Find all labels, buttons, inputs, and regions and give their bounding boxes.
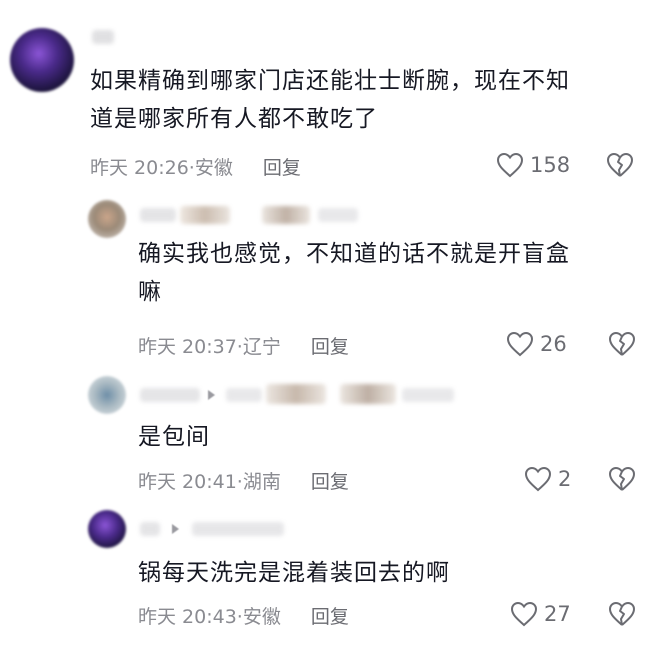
username-blurred[interactable] <box>262 206 310 224</box>
comment-text-line: 是包间 <box>138 424 210 450</box>
reply-item: 锅每天洗完是混着装回去的啊 昨天 20:43·安徽 回复 27 <box>0 500 660 656</box>
like-button[interactable]: 26 <box>506 331 567 357</box>
comment-text: 确实我也感觉，不知道的话不就是开盲盒 嘛 <box>138 235 648 311</box>
comment-text-line: 如果精确到哪家门店还能壮士断腕，现在不知 <box>90 68 570 94</box>
broken-heart-icon[interactable] <box>608 331 636 357</box>
heart-icon <box>510 601 538 627</box>
comment-meta: 昨天 20:43·安徽 回复 <box>138 602 349 629</box>
reply-button[interactable]: 回复 <box>311 606 349 628</box>
username-blurred[interactable] <box>402 388 454 402</box>
comment-text-line: 嘛 <box>138 279 162 305</box>
comment-text-line: 锅每天洗完是混着装回去的啊 <box>138 560 450 586</box>
reply-button[interactable]: 回复 <box>311 336 349 358</box>
comment-meta: 昨天 20:26·安徽 回复 <box>90 153 301 180</box>
comment-time: 昨天 20:41 <box>138 471 237 493</box>
like-button[interactable]: 158 <box>496 152 570 178</box>
comment-time: 昨天 20:37 <box>138 336 237 358</box>
username-blurred[interactable] <box>226 388 262 402</box>
username-blurred[interactable] <box>140 522 160 536</box>
username-blurred[interactable] <box>340 384 396 404</box>
reply-button[interactable]: 回复 <box>311 471 349 493</box>
heart-icon <box>496 152 524 178</box>
reply-arrow-icon <box>208 390 215 400</box>
comment-meta: 昨天 20:37·辽宁 回复 <box>138 332 349 359</box>
comment-text-line: 确实我也感觉，不知道的话不就是开盲盒 <box>138 241 570 267</box>
username-blurred[interactable] <box>180 206 230 224</box>
username-blurred[interactable] <box>140 388 200 402</box>
username-blurred[interactable] <box>92 30 114 44</box>
like-button[interactable]: 27 <box>510 601 571 627</box>
avatar[interactable] <box>88 200 126 238</box>
comment-location: 辽宁 <box>242 336 281 358</box>
comment-text: 是包间 <box>138 418 648 456</box>
like-count: 2 <box>558 467 572 491</box>
comment-text: 锅每天洗完是混着装回去的啊 <box>138 554 648 592</box>
comment-time: 昨天 20:43 <box>138 606 237 628</box>
comment-location: 安徽 <box>194 157 233 179</box>
reply-item: 是包间 昨天 20:41·湖南 回复 2 <box>0 360 660 500</box>
like-count: 26 <box>540 332 567 356</box>
reply-button[interactable]: 回复 <box>263 157 301 179</box>
comment-text: 如果精确到哪家门店还能壮士断腕，现在不知 道是哪家所有人都不敢吃了 <box>90 62 650 138</box>
comment-meta: 昨天 20:41·湖南 回复 <box>138 467 349 494</box>
comment-text-line: 道是哪家所有人都不敢吃了 <box>90 106 378 132</box>
broken-heart-icon[interactable] <box>608 601 636 627</box>
heart-icon <box>524 466 552 492</box>
comment-location: 湖南 <box>242 471 281 493</box>
username-blurred[interactable] <box>318 208 358 222</box>
broken-heart-icon[interactable] <box>608 466 636 492</box>
username-blurred[interactable] <box>266 384 326 404</box>
like-count: 158 <box>530 153 571 177</box>
broken-heart-icon[interactable] <box>606 152 634 178</box>
avatar[interactable] <box>10 28 74 92</box>
avatar[interactable] <box>88 510 126 548</box>
username-blurred[interactable] <box>140 208 176 222</box>
reply-arrow-icon <box>172 524 179 534</box>
comment-item: 如果精确到哪家门店还能壮士断腕，现在不知 道是哪家所有人都不敢吃了 昨天 20:… <box>0 0 660 190</box>
comment-location: 安徽 <box>242 606 281 628</box>
like-button[interactable]: 2 <box>524 466 571 492</box>
username-blurred[interactable] <box>192 522 284 536</box>
comment-time: 昨天 20:26 <box>90 157 189 179</box>
avatar[interactable] <box>88 376 126 414</box>
like-count: 27 <box>544 602 571 626</box>
heart-icon <box>506 331 534 357</box>
reply-item: 确实我也感觉，不知道的话不就是开盲盒 嘛 昨天 20:37·辽宁 回复 26 <box>0 190 660 360</box>
